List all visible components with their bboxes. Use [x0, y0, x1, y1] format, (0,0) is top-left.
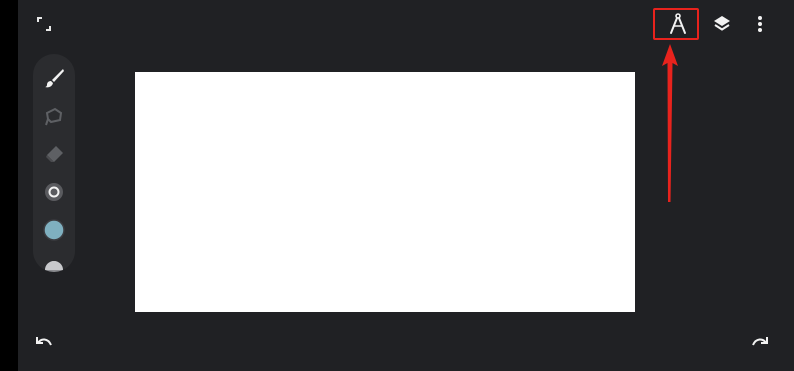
undo-icon: [36, 337, 52, 346]
eraser-icon: [46, 146, 63, 162]
eraser-tool[interactable]: [33, 136, 75, 172]
layers-icon: [714, 16, 730, 31]
color-picker[interactable]: [33, 212, 75, 248]
drawing-app: [18, 0, 794, 371]
lasso-tool[interactable]: [33, 98, 75, 134]
redo-button[interactable]: [748, 330, 772, 354]
annotation-highlight-box: [653, 8, 699, 40]
brush-size-icon: [45, 183, 63, 201]
brush-icon: [45, 69, 64, 88]
fullscreen-icon: [37, 17, 51, 31]
brush-tool[interactable]: [33, 60, 75, 96]
tool-rail: [33, 54, 75, 272]
opacity-icon: [45, 261, 63, 272]
lasso-icon: [45, 107, 63, 126]
layers-button[interactable]: [710, 12, 734, 36]
annotation-arrow: [662, 44, 678, 202]
more-options-button[interactable]: [750, 12, 770, 36]
more-vert-icon: [758, 16, 762, 32]
brush-size-tool[interactable]: [33, 174, 75, 210]
undo-button[interactable]: [32, 330, 56, 354]
drawing-canvas[interactable]: [135, 72, 635, 312]
color-swatch: [43, 219, 65, 241]
opacity-tool[interactable]: [33, 250, 75, 272]
fullscreen-button[interactable]: [32, 12, 56, 36]
redo-icon: [752, 337, 768, 346]
